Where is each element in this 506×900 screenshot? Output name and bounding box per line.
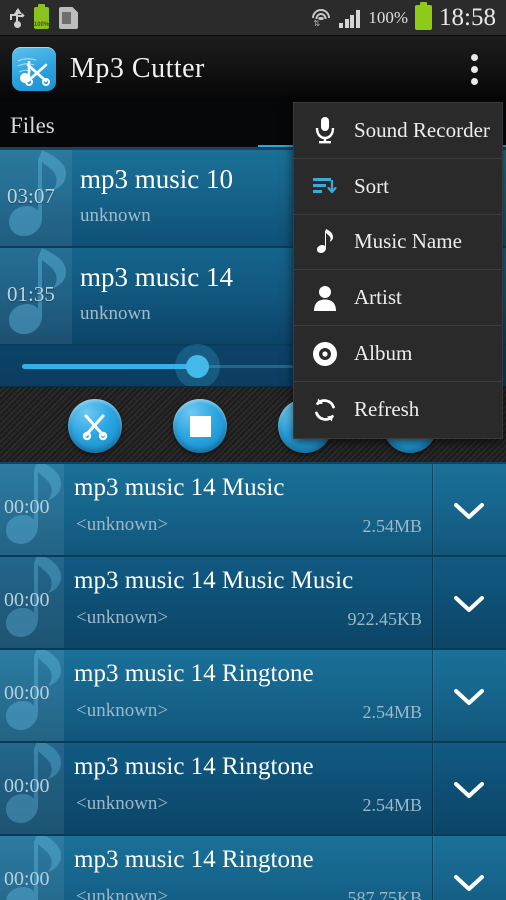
tab-files-label: Files xyxy=(10,113,55,138)
menu-item-label: Sort xyxy=(354,173,390,198)
file-list[interactable]: 00:00 mp3 music 14 Music <unknown> 2.54M… xyxy=(0,464,506,900)
chevron-down-icon[interactable] xyxy=(432,464,506,555)
overflow-dropdown-menu[interactable]: Sound Recorder Sort Music Name Artist Al… xyxy=(293,102,503,439)
battery-small-icon: 100% xyxy=(33,3,50,29)
battery-icon xyxy=(415,2,433,30)
list-item[interactable]: 00:00 mp3 music 14 Music <unknown> 2.54M… xyxy=(0,464,506,557)
player-track-artist: unknown xyxy=(80,303,151,324)
player-track-artist: unknown xyxy=(80,205,151,226)
menu-item-label: Refresh xyxy=(354,397,420,422)
seek-bar-fill xyxy=(22,364,200,369)
status-bar-left: 100% xyxy=(0,3,78,29)
menu-item-label: Music Name xyxy=(354,229,462,254)
seek-bar-thumb[interactable] xyxy=(186,355,209,378)
cut-button[interactable] xyxy=(68,399,122,453)
player-track-time: 01:35 xyxy=(7,282,55,306)
sort-icon xyxy=(310,170,340,202)
menu-item-sort[interactable]: Sort xyxy=(294,159,502,215)
disc-icon xyxy=(310,338,340,370)
menu-item-refresh[interactable]: Refresh xyxy=(294,382,502,438)
list-item-artist: <unknown> xyxy=(76,700,169,721)
list-item-size: 922.45KB xyxy=(347,609,422,629)
stop-icon xyxy=(189,415,211,437)
menu-item-sound-recorder[interactable]: Sound Recorder xyxy=(294,103,502,159)
list-item-artist: <unknown> xyxy=(76,886,169,900)
menu-item-label: Artist xyxy=(354,285,402,310)
player-track-time: 03:07 xyxy=(7,184,55,208)
app-root: 100% ⇅ 100% 18:58 Mp3 Cutter Files 03:07… xyxy=(0,0,506,900)
status-bar: 100% ⇅ 100% 18:58 xyxy=(0,0,506,36)
battery-small-label: 100% xyxy=(33,21,50,28)
list-item-title: mp3 music 14 Ringtone xyxy=(74,753,314,780)
list-item[interactable]: 00:00 mp3 music 14 Ringtone <unknown> 2.… xyxy=(0,650,506,743)
list-item-size: 2.54MB xyxy=(362,702,422,722)
menu-item-album[interactable]: Album xyxy=(294,326,502,382)
list-item[interactable]: 00:00 mp3 music 14 Ringtone <unknown> 2.… xyxy=(0,743,506,836)
music-note-icon xyxy=(310,226,340,258)
list-item-time: 00:00 xyxy=(4,775,50,797)
list-item-title: mp3 music 14 Music Music xyxy=(74,567,354,594)
list-item-artist: <unknown> xyxy=(76,514,169,535)
list-item-size: 2.54MB xyxy=(362,795,422,815)
list-item-time: 00:00 xyxy=(4,589,50,611)
wifi-icon: ⇅ xyxy=(310,8,332,28)
status-bar-right: ⇅ 100% 18:58 xyxy=(310,2,506,31)
chevron-down-icon[interactable] xyxy=(432,836,506,900)
stop-button[interactable] xyxy=(173,399,227,453)
list-item-title: mp3 music 14 Ringtone xyxy=(74,846,314,873)
list-item-artist: <unknown> xyxy=(76,793,169,814)
chevron-down-icon[interactable] xyxy=(432,743,506,834)
list-item-time: 00:00 xyxy=(4,682,50,704)
list-item-title: mp3 music 14 Music xyxy=(74,474,285,501)
refresh-icon xyxy=(310,394,340,426)
menu-item-music-name[interactable]: Music Name xyxy=(294,215,502,271)
list-item-size: 2.54MB xyxy=(362,516,422,536)
list-item-artist: <unknown> xyxy=(76,607,169,628)
tab-files[interactable]: Files xyxy=(0,102,258,150)
scissors-icon xyxy=(82,414,108,441)
player-track-title: mp3 music 14 xyxy=(80,262,233,292)
list-item[interactable]: 00:00 mp3 music 14 Ringtone <unknown> 58… xyxy=(0,836,506,900)
page-title: Mp3 Cutter xyxy=(70,53,205,84)
person-icon xyxy=(310,282,340,314)
overflow-menu-icon[interactable] xyxy=(460,49,488,89)
list-item-time: 00:00 xyxy=(4,868,50,890)
menu-item-artist[interactable]: Artist xyxy=(294,270,502,327)
battery-percent-label: 100% xyxy=(368,7,409,27)
sd-card-icon xyxy=(59,6,78,29)
usb-icon xyxy=(10,7,25,28)
menu-item-label: Sound Recorder xyxy=(354,117,490,142)
app-bar: Mp3 Cutter xyxy=(0,36,506,102)
status-bar-clock: 18:58 xyxy=(439,4,496,31)
list-item[interactable]: 00:00 mp3 music 14 Music Music <unknown>… xyxy=(0,557,506,650)
menu-item-label: Album xyxy=(354,341,413,366)
list-item-time: 00:00 xyxy=(4,496,50,518)
list-item-size: 587.75KB xyxy=(347,888,422,900)
microphone-icon xyxy=(310,114,340,146)
player-track-title: mp3 music 10 xyxy=(80,164,233,194)
scissors-app-icon xyxy=(12,47,56,91)
list-item-title: mp3 music 14 Ringtone xyxy=(74,660,314,687)
signal-bars-icon xyxy=(339,8,361,28)
chevron-down-icon[interactable] xyxy=(432,557,506,648)
chevron-down-icon[interactable] xyxy=(432,650,506,741)
